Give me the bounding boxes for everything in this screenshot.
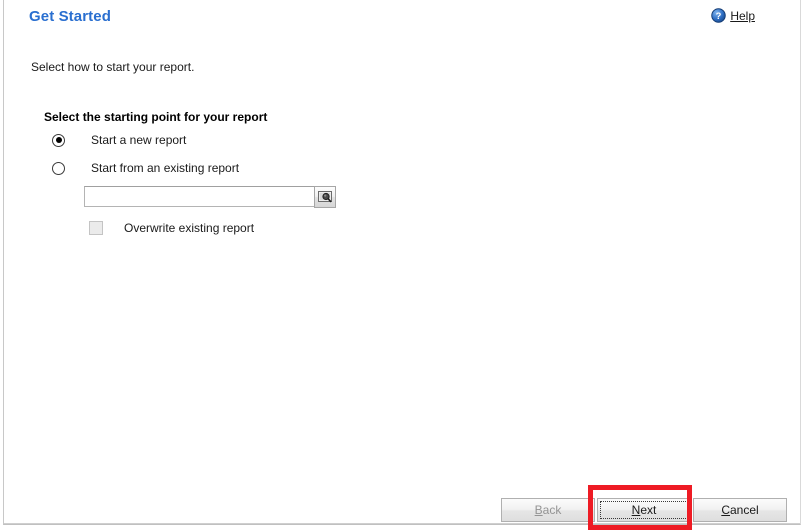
radio-option-start-new[interactable]: Start a new report bbox=[52, 133, 186, 147]
wizard-button-bar: Back Next Cancel bbox=[501, 498, 791, 523]
footer-divider bbox=[4, 523, 800, 524]
overwrite-existing-report-label: Overwrite existing report bbox=[124, 221, 255, 235]
next-button[interactable]: Next bbox=[597, 498, 691, 522]
existing-report-picker bbox=[84, 186, 338, 208]
radio-option-start-existing[interactable]: Start from an existing report bbox=[52, 161, 239, 175]
radio-start-existing-report-label: Start from an existing report bbox=[91, 161, 240, 175]
help-link[interactable]: ? Help bbox=[711, 8, 755, 23]
page-title: Get Started bbox=[29, 8, 111, 25]
next-label-rest: ext bbox=[640, 503, 657, 517]
intro-text: Select how to start your report. bbox=[31, 60, 195, 74]
overwrite-existing-report-row[interactable]: Overwrite existing report bbox=[89, 221, 254, 235]
back-button[interactable]: Back bbox=[501, 498, 595, 522]
cancel-button[interactable]: Cancel bbox=[693, 498, 787, 522]
browse-report-button[interactable] bbox=[314, 186, 336, 208]
group-heading: Select the starting point for your repor… bbox=[44, 110, 268, 124]
cancel-label-rest: ancel bbox=[729, 503, 759, 517]
overwrite-existing-report-checkbox[interactable] bbox=[89, 221, 103, 235]
help-label-rest: elp bbox=[738, 8, 755, 23]
back-label-rest: ack bbox=[542, 503, 562, 517]
svg-text:?: ? bbox=[716, 11, 722, 21]
next-accesskey: N bbox=[631, 503, 641, 517]
cancel-accesskey: C bbox=[721, 503, 730, 517]
wizard-panel: Get Started ? Help Select how to start y… bbox=[3, 0, 801, 525]
search-browse-icon bbox=[317, 189, 333, 205]
help-accesskey: H bbox=[730, 8, 739, 23]
back-accesskey: B bbox=[534, 503, 543, 517]
help-label: Help bbox=[730, 9, 755, 23]
radio-start-new-report[interactable] bbox=[52, 133, 65, 147]
existing-report-input[interactable] bbox=[84, 186, 331, 207]
radio-start-existing-report[interactable] bbox=[52, 161, 65, 175]
radio-start-new-report-label: Start a new report bbox=[91, 133, 187, 147]
help-circle-icon: ? bbox=[711, 8, 727, 23]
